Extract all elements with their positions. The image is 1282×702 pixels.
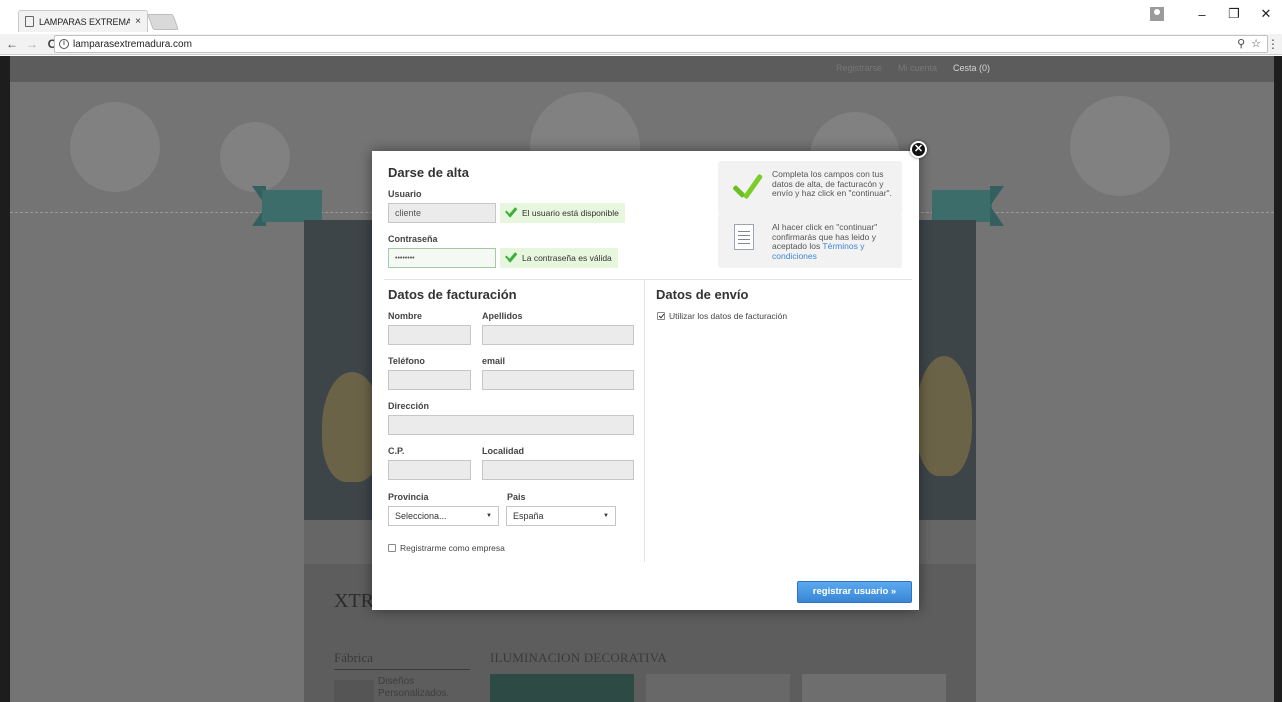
shipping-title: Datos de envío bbox=[656, 287, 749, 302]
info-instructions-text: Completa los campos con tus datos de alt… bbox=[772, 169, 892, 198]
tab-title: LAMPARAS EXTREMADU bbox=[39, 16, 131, 27]
tab-close-icon[interactable]: × bbox=[135, 16, 141, 27]
user-label: Usuario bbox=[388, 189, 422, 199]
company-checkbox-label: Registrarme como empresa bbox=[400, 543, 505, 553]
minimize-icon[interactable]: – bbox=[1186, 7, 1218, 22]
country-label: Pais bbox=[507, 492, 526, 502]
zip-label: C.P. bbox=[388, 446, 405, 456]
password-input[interactable]: •••••••• bbox=[388, 248, 496, 268]
nav-register-link[interactable]: Registrarse bbox=[836, 63, 882, 73]
product-thumbnail[interactable] bbox=[802, 674, 946, 702]
info-box-terms: Al hacer click en "continuar" confirmará… bbox=[718, 214, 902, 268]
address-label: Dirección bbox=[388, 401, 430, 411]
country-select[interactable]: España ▼ bbox=[506, 506, 616, 526]
province-select-value: Selecciona... bbox=[395, 511, 447, 521]
page-edge-left bbox=[0, 56, 10, 702]
bokeh-decoration bbox=[220, 122, 290, 192]
big-check-icon bbox=[730, 173, 762, 205]
sidebar-thumbnail bbox=[334, 680, 374, 702]
bokeh-decoration bbox=[1070, 96, 1170, 196]
forward-icon[interactable]: → bbox=[24, 37, 40, 51]
zip-input[interactable] bbox=[388, 460, 471, 480]
ribbon-right bbox=[932, 190, 992, 222]
nav-cart-link[interactable]: Cesta (0) bbox=[953, 63, 990, 73]
site-topbar: Registrarse Mi cuenta Cesta (0) bbox=[10, 56, 1274, 82]
first-name-input[interactable] bbox=[388, 325, 471, 345]
user-valid-badge: El usuario está disponible bbox=[500, 203, 625, 223]
browser-chrome: LAMPARAS EXTREMADU × – ❐ ✕ ← → C i lampa… bbox=[0, 0, 1282, 55]
ribbon-tail-right bbox=[990, 186, 1004, 226]
bokeh-decoration bbox=[70, 102, 160, 192]
info-box-instructions: Completa los campos con tus datos de alt… bbox=[718, 161, 902, 215]
nav-my-account-link[interactable]: Mi cuenta bbox=[898, 63, 937, 73]
omnibox-actions: ⚲ ☆ bbox=[1237, 37, 1261, 50]
city-input[interactable] bbox=[482, 460, 634, 480]
signup-title: Darse de alta bbox=[388, 165, 469, 180]
phone-input[interactable] bbox=[388, 370, 471, 390]
tab-strip: LAMPARAS EXTREMADU × – ❐ ✕ bbox=[0, 0, 1282, 34]
password-valid-text: La contraseña es válida bbox=[522, 253, 612, 263]
first-name-label: Nombre bbox=[388, 311, 423, 321]
ribbon-left bbox=[262, 190, 322, 222]
profile-icon[interactable] bbox=[1150, 7, 1164, 21]
billing-title: Datos de facturación bbox=[388, 287, 517, 302]
key-icon[interactable]: ⚲ bbox=[1237, 37, 1245, 50]
address-bar: ← → C i lamparasextremadura.com ⚲ ☆ ⋮ bbox=[0, 34, 1282, 55]
user-valid-text: El usuario está disponible bbox=[522, 208, 619, 218]
sidebar-item-link[interactable]: Diseños Personalizados. bbox=[378, 676, 449, 700]
bookmark-star-icon[interactable]: ☆ bbox=[1251, 37, 1261, 50]
browser-tab[interactable]: LAMPARAS EXTREMADU × bbox=[18, 10, 148, 32]
section-heading: ILUMINACION DECORATIVA bbox=[490, 650, 668, 665]
divider bbox=[384, 279, 912, 280]
company-checkbox-row[interactable]: Registrarme como empresa bbox=[388, 543, 505, 553]
use-billing-checkbox-label: Utilizar los datos de facturación bbox=[669, 311, 788, 321]
last-name-label: Apellidos bbox=[482, 311, 523, 321]
divider bbox=[644, 280, 645, 562]
company-checkbox[interactable] bbox=[388, 544, 396, 552]
phone-label: Teléfono bbox=[388, 356, 425, 366]
register-user-button[interactable]: registrar usuario » bbox=[797, 581, 912, 603]
product-thumbnail[interactable] bbox=[646, 674, 790, 702]
url-input[interactable]: i lamparasextremadura.com ⚲ ☆ bbox=[54, 35, 1268, 53]
check-icon bbox=[504, 251, 518, 265]
window-controls: – ❐ ✕ bbox=[1150, 0, 1282, 28]
document-icon bbox=[734, 224, 754, 250]
new-tab-button[interactable] bbox=[147, 14, 179, 30]
url-text: lamparasextremadura.com bbox=[73, 38, 192, 50]
address-input[interactable] bbox=[388, 415, 634, 435]
province-label: Provincia bbox=[388, 492, 429, 502]
browser-menu-icon[interactable]: ⋮ bbox=[1267, 37, 1279, 51]
signup-modal: Darse de alta Usuario cliente El usuario… bbox=[372, 151, 919, 610]
city-label: Localidad bbox=[482, 446, 525, 456]
last-name-input[interactable] bbox=[482, 325, 634, 345]
product-thumbnail[interactable] bbox=[490, 674, 634, 702]
email-label: email bbox=[482, 356, 506, 366]
info-icon[interactable]: i bbox=[59, 39, 69, 49]
chevron-down-icon: ▼ bbox=[603, 513, 609, 519]
chevron-down-icon: ▼ bbox=[486, 513, 492, 519]
info-terms-text: Al hacer click en "continuar" confirmará… bbox=[772, 222, 896, 261]
maximize-icon[interactable]: ❐ bbox=[1218, 6, 1250, 22]
page-edge-right bbox=[1274, 56, 1282, 702]
brand-heading: XTR bbox=[334, 590, 374, 612]
site-top-nav: Registrarse Mi cuenta Cesta (0) bbox=[836, 63, 990, 73]
password-label: Contraseña bbox=[388, 234, 438, 244]
sidebar-heading: Fábrica bbox=[334, 650, 470, 670]
province-select[interactable]: Selecciona... ▼ bbox=[388, 506, 499, 526]
email-input[interactable] bbox=[482, 370, 634, 390]
lamp-image-right bbox=[916, 356, 972, 476]
user-input[interactable]: cliente bbox=[388, 203, 496, 223]
page-icon bbox=[25, 16, 34, 27]
country-select-value: España bbox=[513, 511, 544, 521]
use-billing-checkbox[interactable] bbox=[657, 312, 665, 320]
modal-close-icon[interactable]: ✕ bbox=[910, 141, 927, 158]
password-valid-badge: La contraseña es válida bbox=[500, 248, 618, 268]
use-billing-checkbox-row[interactable]: Utilizar los datos de facturación bbox=[657, 311, 787, 321]
back-icon[interactable]: ← bbox=[4, 37, 20, 51]
check-icon bbox=[504, 206, 518, 220]
close-window-icon[interactable]: ✕ bbox=[1250, 6, 1282, 22]
